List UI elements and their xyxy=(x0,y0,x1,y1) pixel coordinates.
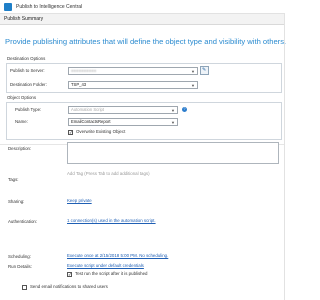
folder-select-value: TSP_43 xyxy=(71,82,87,87)
tab-publish-summary[interactable]: Publish Summary xyxy=(4,14,43,25)
window-title: Publish to Intelligence Central xyxy=(16,4,83,10)
authentication-label: Authentication: xyxy=(8,219,38,224)
test-run-label: Test run the script after it is publishe… xyxy=(75,271,148,276)
destination-folder-label: Destination Folder: xyxy=(10,82,47,87)
edit-server-icon: ✎ xyxy=(202,67,207,73)
notify-label: Send email notifications to shared users xyxy=(30,284,108,289)
destination-options-group: Publish to Server: ●●●●●●●●●● ▼ ✎ Destin… xyxy=(6,63,282,93)
object-options-label: Object Options xyxy=(7,95,37,100)
publish-to-server-label: Publish to Server: xyxy=(10,68,45,73)
chevron-down-icon: ▼ xyxy=(191,83,195,88)
destination-options-label: Destination Options xyxy=(7,56,46,61)
object-options-group: Publish Type: Automation Script ▼ ? Name… xyxy=(6,102,282,140)
publish-type-value: Automation Script xyxy=(71,107,105,112)
notify-checkbox[interactable] xyxy=(22,285,27,290)
edit-server-button[interactable]: ✎ xyxy=(200,66,209,75)
chevron-down-icon: ▼ xyxy=(171,108,175,113)
run-details-label: Run Details: xyxy=(8,264,32,269)
name-value: EmailContactsReport xyxy=(71,119,111,124)
app-logo-icon xyxy=(4,3,12,11)
overwrite-label: Overwrite Existing Object xyxy=(76,129,126,134)
folder-select[interactable]: TSP_43 ▼ xyxy=(68,81,198,89)
description-label: Description: xyxy=(8,146,32,151)
sharing-link[interactable]: Keep private xyxy=(67,198,92,204)
scheduling-label: Scheduling: xyxy=(8,254,31,259)
sharing-label: Sharing: xyxy=(8,199,25,204)
tags-input[interactable]: Add Tag (Press Tab to add additional tag… xyxy=(67,171,150,177)
tab-bar: Publish Summary xyxy=(0,14,285,25)
tags-label: Tags: xyxy=(8,177,19,182)
scheduling-link[interactable]: Execute once at 2/15/2018 5:00 PM. No sc… xyxy=(67,253,168,259)
instruction-banner: Provide publishing attributes that will … xyxy=(5,37,287,46)
server-select-value: ●●●●●●●●●● xyxy=(71,68,97,73)
chevron-down-icon: ▼ xyxy=(191,69,195,74)
title-bar: Publish to Intelligence Central xyxy=(0,0,285,14)
publish-type-select[interactable]: Automation Script ▼ xyxy=(68,106,178,114)
name-select[interactable]: EmailContactsReport ▼ xyxy=(68,118,178,126)
test-run-checkbox[interactable]: ✓ xyxy=(67,272,72,277)
run-details-link[interactable]: Execute script under default credentials xyxy=(67,263,144,269)
window-border xyxy=(284,14,285,300)
description-textarea[interactable] xyxy=(67,142,279,164)
help-icon[interactable]: ? xyxy=(182,107,187,112)
chevron-down-icon: ▼ xyxy=(171,120,175,125)
overwrite-checkbox[interactable]: ✓ xyxy=(68,130,73,135)
name-label: Name: xyxy=(15,119,28,124)
server-select[interactable]: ●●●●●●●●●● ▼ xyxy=(68,67,198,75)
publish-type-label: Publish Type: xyxy=(15,107,42,112)
authentication-link[interactable]: 1 connection(s) used in the automation s… xyxy=(67,218,156,224)
